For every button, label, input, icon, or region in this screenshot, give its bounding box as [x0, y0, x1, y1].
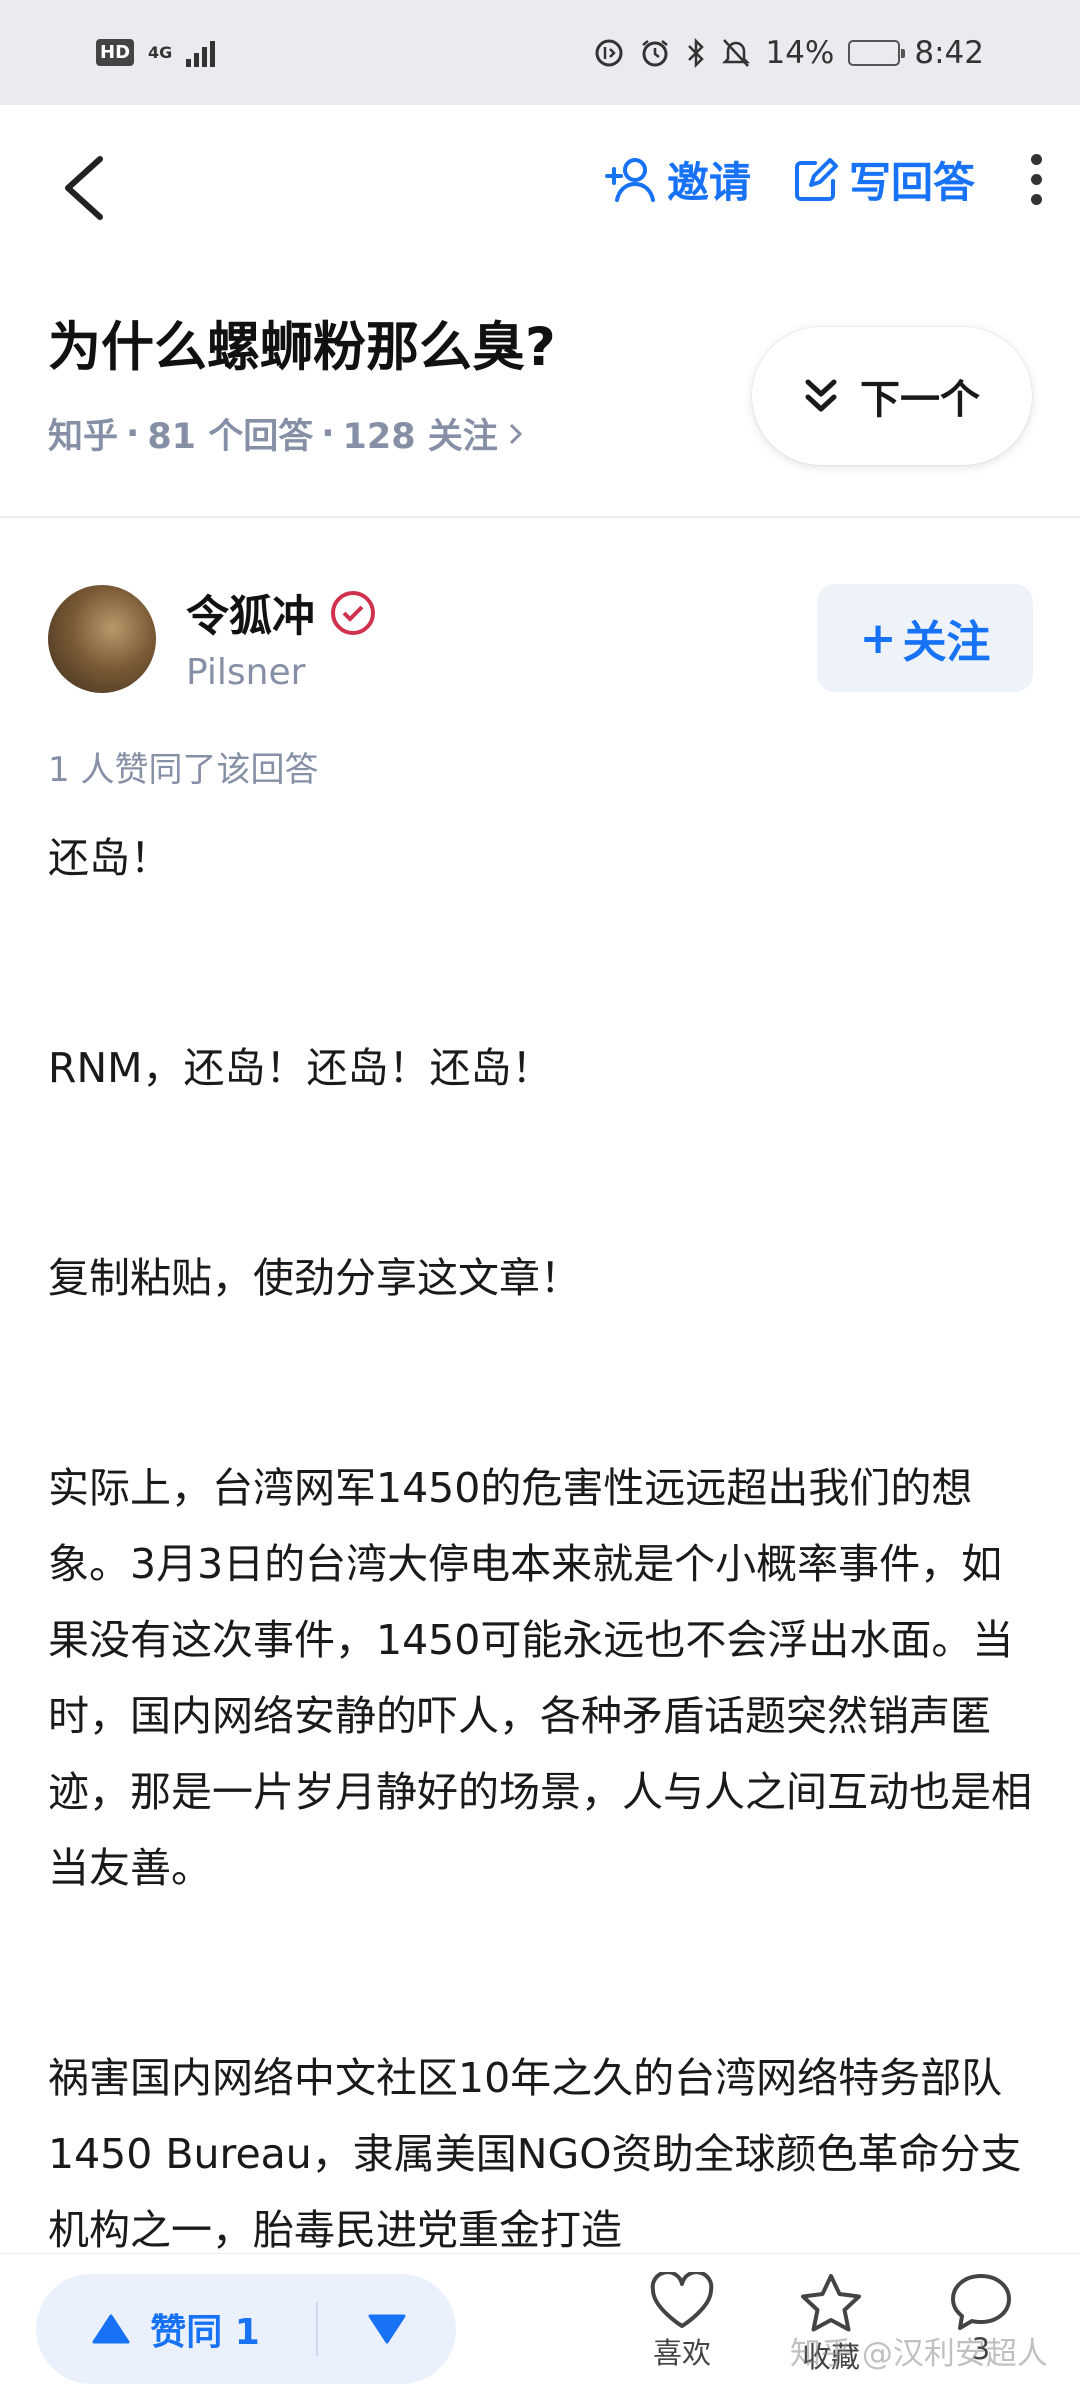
comment-bubble-icon: [951, 2274, 1011, 2330]
hd-badge: HD: [96, 39, 135, 66]
bluetooth-icon: [688, 37, 705, 68]
invite-label: 邀请: [666, 158, 751, 207]
verified-badge-icon: [331, 591, 375, 635]
answers-count: 81 个回答: [147, 417, 314, 457]
back-button[interactable]: [56, 153, 116, 223]
write-answer-label: 写回答: [848, 158, 975, 207]
vote-pill: 赞同 1: [36, 2274, 456, 2384]
battery-percent: 14%: [765, 34, 835, 71]
data-saver-icon: [595, 39, 623, 66]
follow-button[interactable]: + 关注: [817, 584, 1033, 692]
alarm-icon: [642, 39, 669, 66]
star-icon: [801, 2274, 861, 2332]
watermark: 知乎 @汉利安超人: [790, 2336, 1048, 2372]
top-nav: 邀请 写回答: [0, 105, 1080, 265]
status-left: HD 4G: [96, 39, 216, 67]
author-name: 令狐冲: [186, 592, 315, 642]
meta-separator: ·: [126, 413, 140, 454]
nav-actions: 邀请 写回答: [603, 149, 1056, 210]
downvote-button[interactable]: [318, 2313, 456, 2345]
add-person-icon: [604, 157, 655, 202]
next-label: 下一个: [860, 377, 980, 423]
author-name-row[interactable]: 令狐冲: [186, 582, 375, 644]
invite-button[interactable]: 邀请: [603, 149, 751, 210]
upvote-label: 赞同 1: [150, 2312, 260, 2353]
signal-icon: [186, 39, 216, 67]
answer-paragraph: 祸害国内网络中文社区10年之久的台湾网络特务部队1450 Bureau，隶属美国…: [48, 2054, 1022, 2254]
chevron-right-icon: [509, 423, 522, 444]
heart-icon: [650, 2272, 714, 2328]
battery-icon: [848, 39, 906, 66]
answer-paragraph: 还岛！: [48, 834, 171, 882]
follow-label: 关注: [902, 617, 991, 668]
more-menu-icon[interactable]: [1017, 154, 1056, 205]
question-meta[interactable]: 知乎 · 81 个回答 · 128 关注: [48, 408, 526, 459]
upvote-summary: 1 人赞同了该回答: [48, 750, 319, 790]
edit-icon: [794, 157, 838, 201]
next-answer-button[interactable]: 下一个: [752, 327, 1032, 465]
meta-separator: ·: [321, 413, 335, 454]
status-bar: HD 4G 14% 8:42: [0, 0, 1080, 105]
triangle-up-icon: [92, 2314, 130, 2344]
bottom-action-bar: 赞同 1 喜欢 收藏 3: [0, 2253, 1080, 2400]
plus-icon: +: [859, 612, 897, 664]
question-title[interactable]: 为什么螺蛳粉那么臭?: [48, 305, 556, 381]
write-answer-button[interactable]: 写回答: [793, 149, 975, 210]
network-type: 4G: [148, 42, 173, 62]
mute-icon: [722, 38, 751, 67]
question-source: 知乎: [48, 417, 119, 457]
upvote-button[interactable]: 赞同 1: [36, 2274, 316, 2384]
status-right: 14% 8:42: [593, 35, 984, 71]
triangle-down-icon: [368, 2314, 406, 2344]
avatar[interactable]: [48, 585, 156, 693]
answer-paragraph: 复制粘贴，使劲分享这文章！: [48, 1254, 581, 1302]
answer-paragraph: RNM，还岛！还岛！还岛！: [48, 1044, 553, 1092]
answer-content: 还岛！ RNM，还岛！还岛！还岛！ 复制粘贴，使劲分享这文章！ 实际上，台湾网军…: [48, 820, 1038, 2268]
like-button[interactable]: 喜欢: [617, 2272, 747, 2372]
like-label: 喜欢: [652, 2336, 711, 2370]
follows-count: 128 关注: [342, 417, 498, 457]
answer-paragraph: 实际上，台湾网军1450的危害性远远超出我们的想象。3月3日的台湾大停电本来就是…: [48, 1464, 1032, 1892]
back-arrow-icon: [65, 156, 103, 220]
clock: 8:42: [914, 34, 984, 71]
author-bio: Pilsner: [186, 652, 306, 693]
double-chevron-down-icon: [805, 379, 837, 412]
header-divider: [0, 516, 1080, 518]
